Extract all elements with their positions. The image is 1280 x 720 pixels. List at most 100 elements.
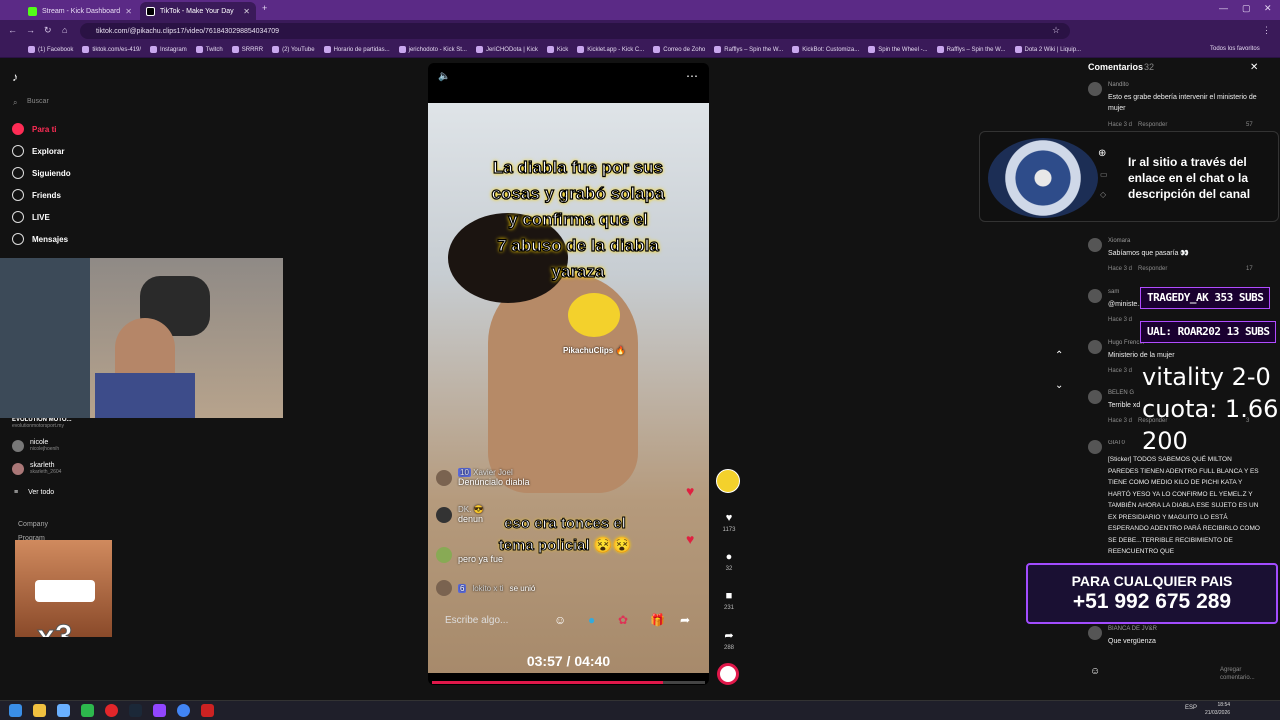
recorder-icon[interactable]	[201, 704, 214, 717]
comment-user[interactable]: Xiomara	[1108, 238, 1130, 244]
comment-user[interactable]: BELEN G	[1108, 390, 1134, 396]
bookmark-item[interactable]: jerichodoto - Kick St...	[398, 46, 467, 53]
close-icon[interactable]: ✕	[1250, 62, 1258, 73]
comment-likes[interactable]: 17	[1246, 266, 1253, 272]
menu-icon[interactable]: ⋮	[1262, 25, 1271, 36]
bookmark-item[interactable]: Spin the Wheel -...	[868, 46, 928, 53]
back-icon[interactable]: ←	[8, 25, 17, 35]
search-icon[interactable]: ⌕	[13, 98, 17, 108]
comment-user[interactable]: GIAT0	[1108, 440, 1125, 446]
volume-icon[interactable]: 🔈	[438, 71, 450, 82]
all-bookmarks[interactable]: Todos los favoritos	[1210, 46, 1260, 52]
bookmark-item[interactable]: KickBot: Customiza...	[792, 46, 859, 53]
chevron-down-icon[interactable]: ⌄	[1055, 380, 1063, 391]
gift-icon[interactable]: 🎁	[650, 613, 665, 627]
reload-icon[interactable]: ↻	[44, 25, 52, 36]
following-item[interactable]: EVOLUTION MOTO... evolutionmotorsport.my	[12, 417, 72, 429]
comment-text: Esto es grabe debería intervenir el mini…	[1108, 94, 1257, 112]
start-icon[interactable]	[9, 704, 22, 717]
tab-kick-dashboard[interactable]: Stream - Kick Dashboard ✕	[22, 2, 138, 20]
music-disc-icon[interactable]	[717, 663, 739, 685]
folder-icon[interactable]	[33, 704, 46, 717]
avatar[interactable]	[1088, 289, 1102, 303]
sidebar-item-siguiendo[interactable]: Siguiendo	[12, 167, 71, 179]
bookmark-item[interactable]: Kick	[546, 46, 568, 53]
bookmark-item[interactable]: SRRRR	[231, 46, 263, 53]
bookmark-item[interactable]: Kicklet.app - Kick C...	[577, 46, 644, 53]
bookmark-item[interactable]: Instagram	[150, 46, 187, 53]
company-link[interactable]: Company	[18, 521, 48, 528]
excel-icon[interactable]	[81, 704, 94, 717]
steam-icon[interactable]	[129, 704, 142, 717]
following-item[interactable]: skarleth skarleth_2604	[12, 462, 61, 475]
comment-likes[interactable]: 57	[1246, 122, 1253, 128]
home-icon	[12, 123, 24, 135]
add-comment-input[interactable]: Agregar comentario...	[1220, 666, 1262, 682]
opera-icon[interactable]	[105, 704, 118, 717]
more-options-icon[interactable]: ⋯	[686, 69, 698, 83]
forward-icon[interactable]: →	[26, 25, 35, 35]
bookmark-item[interactable]: Twitch	[195, 46, 223, 53]
tab-tiktok[interactable]: TikTok - Make Your Day ✕	[140, 2, 256, 20]
avatar[interactable]	[1088, 340, 1102, 354]
see-all-link[interactable]: ≡ Ver todo	[14, 489, 54, 496]
bookmark-item[interactable]: (1) Facebook	[28, 46, 73, 53]
home-icon[interactable]: ⌂	[62, 25, 67, 35]
avatar[interactable]	[1088, 626, 1102, 640]
reply-button[interactable]: Responder	[1138, 122, 1167, 128]
address-bar[interactable]: tiktok.com/@pikachu.clips17/video/761843…	[80, 23, 1070, 39]
new-tab-button[interactable]: +	[262, 3, 267, 13]
sidebar-item-friends[interactable]: Friends	[12, 189, 61, 201]
avatar[interactable]	[1088, 390, 1102, 404]
comment-user[interactable]: sam	[1108, 289, 1119, 295]
window-close-button[interactable]: ✕	[1264, 3, 1272, 14]
bookmark-item[interactable]: JeriCHODota | Kick	[475, 46, 538, 53]
chevron-up-icon[interactable]: ⌃	[1055, 350, 1063, 361]
app-icon[interactable]	[57, 704, 70, 717]
bookmark-item[interactable]: Rafflys – Spin the W...	[936, 46, 1006, 53]
rose-icon[interactable]: ✿	[618, 613, 628, 627]
search-input[interactable]: Buscar	[27, 98, 49, 105]
progress-bar[interactable]	[432, 681, 705, 684]
comment-user[interactable]: Nandito	[1108, 82, 1129, 88]
bookmark-item[interactable]: Horario de partidas...	[323, 46, 390, 53]
comment-button[interactable]: ● 32	[722, 551, 736, 572]
share-arrow-icon[interactable]: ➦	[680, 613, 690, 627]
bookmark-item[interactable]: Correo de Zoho	[653, 46, 705, 53]
sidebar-item-mensajes[interactable]: Mensajes	[12, 233, 68, 245]
creator-avatar[interactable]	[716, 469, 740, 493]
save-button[interactable]: ■ 231	[722, 590, 736, 611]
bookmark-item[interactable]: Dota 2 Wiki | Liquip...	[1014, 46, 1081, 53]
bookmark-item[interactable]: Rafflys – Spin the W...	[714, 46, 783, 53]
webcam-overlay	[0, 258, 283, 418]
sidebar-item-live[interactable]: LIVE	[12, 211, 50, 223]
chat-input[interactable]: Escribe algo...	[445, 615, 508, 626]
comment-user[interactable]: BIANCA DE JV&R	[1108, 626, 1157, 632]
bookmark-item[interactable]: (2) YouTube	[272, 46, 315, 53]
video-player[interactable]: 🔈 ⋯ La diabla fue por sus cosas y grabó …	[428, 63, 709, 685]
close-icon[interactable]: ✕	[125, 7, 132, 16]
like-button[interactable]: ♥ 1173	[722, 512, 736, 533]
following-item[interactable]: nicole nicolejhoenih	[12, 439, 59, 452]
minimize-button[interactable]: —	[1219, 3, 1228, 13]
share-button[interactable]: ➦ 288	[722, 629, 736, 651]
users-icon[interactable]: ●	[588, 613, 595, 627]
bookmark-star-icon[interactable]: ☆	[1052, 25, 1060, 36]
clock[interactable]: 18:54 21/03/2026	[1205, 701, 1230, 717]
maximize-button[interactable]: ▢	[1242, 3, 1251, 14]
bookmark-item[interactable]: tiktok.com/es-419/	[82, 46, 141, 53]
emoji-icon[interactable]: ☺	[554, 613, 566, 627]
avatar[interactable]	[1088, 82, 1102, 96]
language-indicator[interactable]: ESP	[1185, 705, 1197, 711]
sidebar-item-para-ti[interactable]: Para ti	[12, 123, 56, 135]
avatar	[436, 469, 452, 486]
sidebar-item-explorar[interactable]: Explorar	[12, 145, 64, 157]
avatar[interactable]	[1088, 440, 1102, 454]
comment-user[interactable]: Hugo Frenc...	[1108, 340, 1144, 346]
chrome-icon[interactable]	[177, 704, 190, 717]
obs-icon[interactable]	[153, 704, 166, 717]
avatar[interactable]	[1088, 238, 1102, 252]
reply-button[interactable]: Responder	[1138, 266, 1167, 272]
close-icon[interactable]: ✕	[243, 7, 250, 16]
bookmark-icon	[82, 46, 90, 53]
